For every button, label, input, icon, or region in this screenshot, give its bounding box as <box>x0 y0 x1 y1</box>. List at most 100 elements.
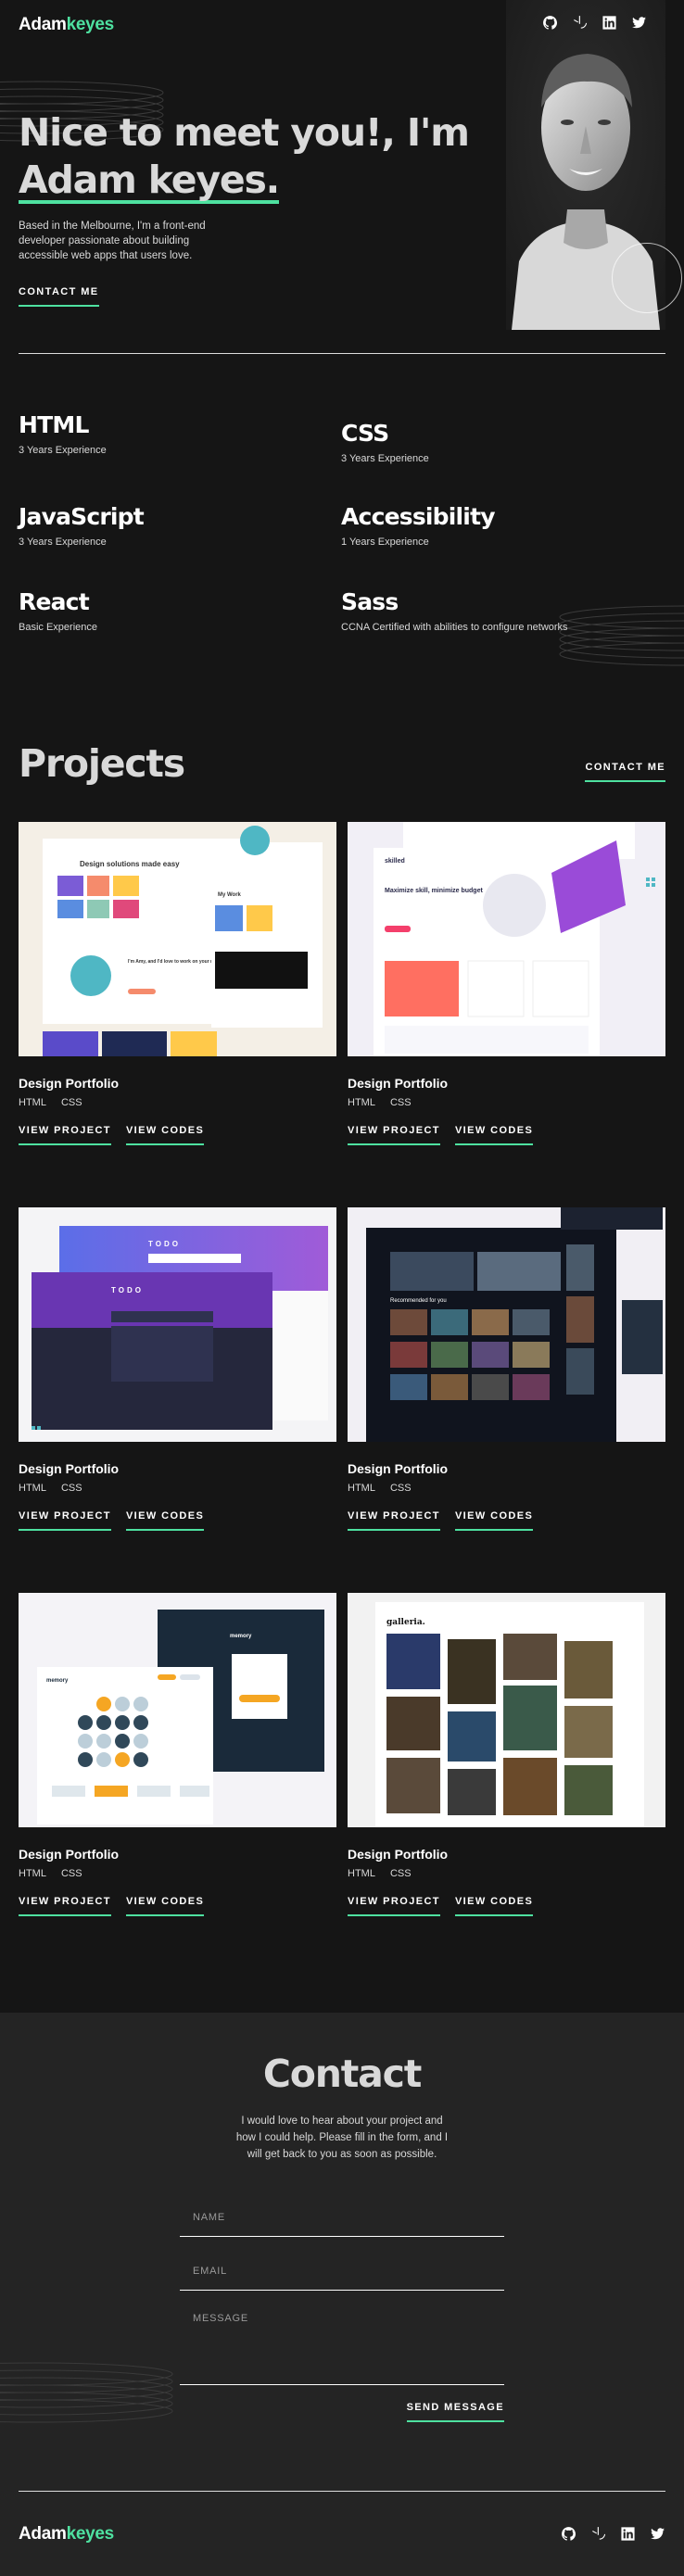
project-tags: HTML CSS <box>348 1868 665 1879</box>
footer-logo[interactable]: Adamkeyes <box>19 2524 114 2544</box>
project-tags: HTML CSS <box>19 1868 336 1879</box>
skill-experience: 1 Years Experience <box>341 537 429 548</box>
footer-divider <box>19 2491 665 2492</box>
hero-decorative-circle <box>612 243 682 313</box>
project-card: memory memory Design Portfolio HTML CSS … <box>19 1593 336 1916</box>
project-thumbnail[interactable]: skilled Maximize skill, minimize budget <box>348 822 665 1056</box>
site-logo[interactable]: Adamkeyes <box>19 15 114 35</box>
project-links: VIEW PROJECT VIEW CODES <box>19 1125 336 1145</box>
projects-title: Projects <box>19 741 185 786</box>
email-field-wrapper <box>180 2257 504 2291</box>
project-tag: CSS <box>389 1868 412 1879</box>
project-thumbnail[interactable]: Design solutions made easy I'm Amy, and … <box>19 822 336 1056</box>
thumb-text: skilled <box>385 858 405 865</box>
email-input[interactable] <box>180 2257 504 2285</box>
view-code-button[interactable]: VIEW CODES <box>125 1510 205 1531</box>
footer-linkedin-link[interactable] <box>620 2526 636 2542</box>
linkedin-link[interactable] <box>602 15 617 31</box>
view-code-button[interactable]: VIEW CODES <box>125 1125 205 1145</box>
skill-item: HTML 3 Years Experience <box>19 411 324 456</box>
project-links: VIEW PROJECT VIEW CODES <box>19 1510 336 1531</box>
footer-logo-accent: keyes <box>66 2524 115 2544</box>
view-project-button[interactable]: VIEW PROJECT <box>19 1510 111 1531</box>
project-tag: CSS <box>60 1868 82 1879</box>
project-title: Design Portfolio <box>348 1847 449 1862</box>
thumb-text: Design solutions made easy <box>80 860 180 868</box>
project-tag: CSS <box>60 1097 82 1108</box>
github-icon <box>543 16 558 30</box>
contact-section: Contact I would love to hear about your … <box>0 2013 684 2576</box>
project-card: Recommended for you Design Portfolio HTM… <box>348 1207 665 1531</box>
view-project-button[interactable]: VIEW PROJECT <box>19 1896 111 1916</box>
project-thumbnail[interactable]: memory memory <box>19 1593 336 1827</box>
project-title: Design Portfolio <box>19 1461 120 1476</box>
project-tags: HTML CSS <box>348 1097 665 1108</box>
project-card: skilled Maximize skill, minimize budget … <box>348 822 665 1145</box>
skill-item: JavaScript 3 Years Experience <box>19 503 324 548</box>
project-links: VIEW PROJECT VIEW CODES <box>348 1896 665 1916</box>
hero-title-line1: Nice to meet you!, I'm <box>19 110 470 155</box>
view-project-button[interactable]: VIEW PROJECT <box>348 1896 440 1916</box>
thumb-text: TODO <box>111 1286 144 1294</box>
twitter-icon <box>651 2528 665 2540</box>
thumb-text: My Work <box>218 892 242 898</box>
footer-social-links <box>561 2526 665 2542</box>
send-message-button[interactable]: SEND MESSAGE <box>406 2402 504 2422</box>
hero-title-name: Adam keyes. <box>19 158 280 204</box>
skill-item: Accessibility 1 Years Experience <box>341 503 647 548</box>
project-thumbnail[interactable]: Recommended for you <box>348 1207 665 1442</box>
view-code-button[interactable]: VIEW CODES <box>454 1125 534 1145</box>
project-tag: HTML <box>19 1483 46 1494</box>
twitter-icon <box>632 17 646 29</box>
skill-experience: 3 Years Experience <box>19 537 107 548</box>
project-tag: HTML <box>348 1483 375 1494</box>
footer-twitter-link[interactable] <box>650 2526 665 2542</box>
project-links: VIEW PROJECT VIEW CODES <box>19 1896 336 1916</box>
project-thumbnail[interactable]: TODO TODO <box>19 1207 336 1442</box>
skill-experience: 3 Years Experience <box>341 453 429 464</box>
skill-experience: Basic Experience <box>19 622 97 633</box>
thumb-text: TODO <box>148 1240 181 1248</box>
hero-title: Nice to meet you!, I'm Adam keyes. <box>19 109 500 204</box>
project-tag: CSS <box>60 1483 82 1494</box>
thumb-text: memory <box>46 1678 69 1684</box>
project-tag: HTML <box>19 1097 46 1108</box>
github-icon <box>562 2527 576 2541</box>
site-header: Adamkeyes <box>0 0 684 56</box>
contact-description: I would love to hear about your project … <box>235 2115 449 2160</box>
project-title: Design Portfolio <box>19 1847 120 1862</box>
skill-experience: CCNA Certified with abilities to configu… <box>341 622 568 633</box>
project-tag: HTML <box>348 1868 375 1879</box>
view-project-button[interactable]: VIEW PROJECT <box>348 1125 440 1145</box>
name-input[interactable] <box>180 2203 504 2231</box>
twitter-link[interactable] <box>631 15 647 31</box>
github-link[interactable] <box>542 15 558 31</box>
project-card: galleria. Design Portfolio HTML CSS VIEW… <box>348 1593 665 1916</box>
logo-accent: keyes <box>66 15 115 34</box>
thumb-text: Maximize skill, minimize budget <box>385 888 483 894</box>
project-card: Design solutions made easy I'm Amy, and … <box>19 822 336 1145</box>
frontend-mentor-link[interactable] <box>572 15 588 31</box>
footer-logo-main: Adam <box>19 2524 67 2544</box>
view-code-button[interactable]: VIEW CODES <box>454 1896 534 1916</box>
projects-contact-button[interactable]: CONTACT ME <box>585 762 665 782</box>
view-code-button[interactable]: VIEW CODES <box>125 1896 205 1916</box>
frontend-mentor-icon <box>592 2527 606 2540</box>
view-project-button[interactable]: VIEW PROJECT <box>19 1125 111 1145</box>
project-thumbnail[interactable]: galleria. <box>348 1593 665 1827</box>
project-tags: HTML CSS <box>348 1483 665 1494</box>
skill-item: Sass CCNA Certified with abilities to co… <box>341 588 647 633</box>
skill-name: CSS <box>341 420 389 447</box>
skill-experience: 3 Years Experience <box>19 445 107 456</box>
skill-item: React Basic Experience <box>19 588 324 633</box>
project-links: VIEW PROJECT VIEW CODES <box>348 1510 665 1531</box>
message-field-wrapper <box>180 2313 504 2385</box>
message-input[interactable] <box>180 2313 504 2380</box>
footer-github-link[interactable] <box>561 2526 576 2542</box>
hero-contact-button[interactable]: CONTACT ME <box>19 286 99 307</box>
footer-frontend-mentor-link[interactable] <box>590 2526 606 2542</box>
view-project-button[interactable]: VIEW PROJECT <box>348 1510 440 1531</box>
view-code-button[interactable]: VIEW CODES <box>454 1510 534 1531</box>
thumb-text: Recommended for you <box>390 1298 447 1304</box>
project-tags: HTML CSS <box>19 1483 336 1494</box>
